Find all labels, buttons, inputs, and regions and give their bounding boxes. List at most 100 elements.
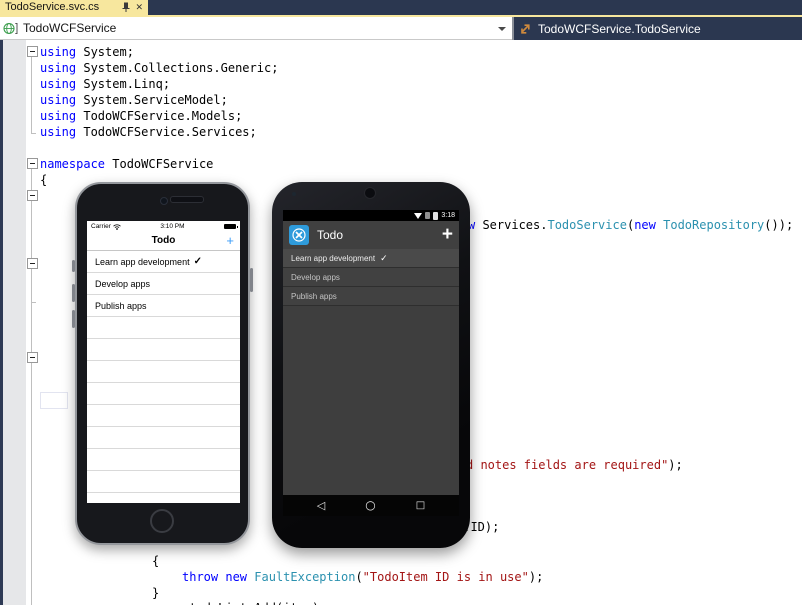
todo-item: Learn app development ✓ [283,249,459,268]
todo-item-label: Publish apps [95,301,147,311]
iphone-time-label: 3:10 PM [160,223,184,230]
fold-marker[interactable] [27,190,38,201]
todo-item: Develop apps [87,273,240,295]
code-line: using TodoWCFService.Services; [40,125,257,139]
add-todo-icon: + [226,232,234,250]
member-dropdown-label: TodoWCFService.TodoService [538,22,701,36]
android-sensor [292,192,296,196]
recents-icon: □ [416,495,425,516]
iphone-mockup: Carrier 3:10 PM Todo + Learn app devel [75,182,250,545]
android-nav-bar: ◁ ○ □ [283,495,459,516]
code-line: using System.Collections.Generic; [40,61,278,75]
battery-icon [224,224,236,229]
empty-row [87,383,240,405]
editor-gutter [3,40,26,605]
home-icon: ○ [365,495,375,516]
todo-item-label: Develop apps [95,279,150,289]
iphone-todo-list: Learn app development ✓ Develop apps Publis… [87,251,240,493]
empty-row [87,405,240,427]
todo-item: Publish apps [283,287,459,306]
android-status-bar: 3:18 [283,210,459,221]
iphone-app-title: Todo [87,232,240,250]
code-line: d notes fields are required"); [466,458,683,472]
tab-bar: TodoService.svc.cs ✕ [0,0,802,15]
android-signal-icon [425,212,430,219]
android-todo-list: Learn app development ✓ Develop apps Publis… [283,249,459,306]
member-dropdown[interactable]: TodoWCFService.TodoService [514,17,802,40]
code-line: using TodoWCFService.Models; [40,109,242,123]
check-icon: ✓ [380,253,388,264]
code-line: { [40,173,47,187]
todo-item-label: Learn app development [95,257,190,267]
close-icon[interactable]: ✕ [135,0,143,15]
android-mockup: 3:18 Todo + Learn app development ✓ Develo… [272,182,470,548]
wifi-icon [113,224,121,230]
vs-editor-window: TodoService.svc.cs ✕ TodoWCFService [0,0,802,605]
iphone-power-button [250,268,253,292]
project-dropdown-label: TodoWCFService [23,21,116,35]
empty-row [87,361,240,383]
fold-guide-end [31,133,36,134]
todo-item: Learn app development ✓ [87,251,240,273]
todo-item-label: Develop apps [291,273,340,282]
iphone-mute-switch [72,260,75,272]
code-line: _todoList.Add(item); [182,601,327,605]
iphone-status-bar: Carrier 3:10 PM [87,221,240,232]
fold-guide [31,56,32,133]
code-line: w Services.TodoService(new TodoRepositor… [468,218,793,232]
fold-marker[interactable] [27,158,38,169]
pin-icon[interactable] [121,2,131,13]
fold-marker[interactable] [27,46,38,57]
android-battery-icon [433,212,438,220]
xamarin-logo-icon [289,225,309,245]
android-blank-area [283,306,459,495]
android-wifi-icon [414,213,422,219]
iphone-speaker [170,196,204,203]
iphone-nav-bar: Todo + [87,232,240,251]
empty-row [87,317,240,339]
tab-title: TodoService.svc.cs [5,0,117,15]
todo-item: Develop apps [283,268,459,287]
empty-row [87,449,240,471]
empty-row [87,339,240,361]
project-dropdown[interactable]: TodoWCFService [0,17,512,40]
android-camera [364,187,376,199]
back-icon: ◁ [317,495,325,516]
code-line: throw new FaultException("TodoItem ID is… [182,570,543,584]
code-line: } [152,586,159,600]
collapsed-region-box [40,392,68,409]
code-line: { [152,554,159,568]
todo-item-label: Publish apps [291,292,337,301]
navigation-bar: TodoWCFService TodoWCFService.TodoServic… [0,17,802,40]
fold-marker[interactable] [27,352,38,363]
check-icon: ✓ [194,256,202,267]
android-app-title: Todo [317,228,343,242]
iphone-screen: Carrier 3:10 PM Todo + Learn app devel [87,221,240,503]
iphone-home-button [150,509,174,533]
code-line: using System.Linq; [40,77,170,91]
android-add-todo-icon: + [442,221,453,249]
todo-item-label: Learn app development [291,254,375,263]
iphone-volume-down-button [72,310,75,328]
fold-guide [31,168,32,605]
android-app-bar: Todo + [283,221,459,249]
android-screen: 3:18 Todo + Learn app development ✓ Develo… [283,210,459,516]
code-line: using System.ServiceModel; [40,93,228,107]
code-line: namespace TodoWCFService [40,157,213,171]
active-tab-accent-line [0,15,802,17]
android-time-label: 3:18 [441,212,455,219]
chevron-down-icon[interactable] [498,27,506,31]
window-edge [0,17,3,605]
fold-marker[interactable] [27,258,38,269]
empty-row [87,427,240,449]
iphone-volume-up-button [72,284,75,302]
class-icon [519,23,532,35]
iphone-camera [160,197,168,205]
code-line: using System; [40,45,134,59]
document-tab[interactable]: TodoService.svc.cs ✕ [0,0,148,15]
project-icon [3,22,18,35]
todo-item: Publish apps [87,295,240,317]
fold-guide-end [32,302,36,303]
carrier-label: Carrier [91,223,111,230]
empty-row [87,471,240,493]
